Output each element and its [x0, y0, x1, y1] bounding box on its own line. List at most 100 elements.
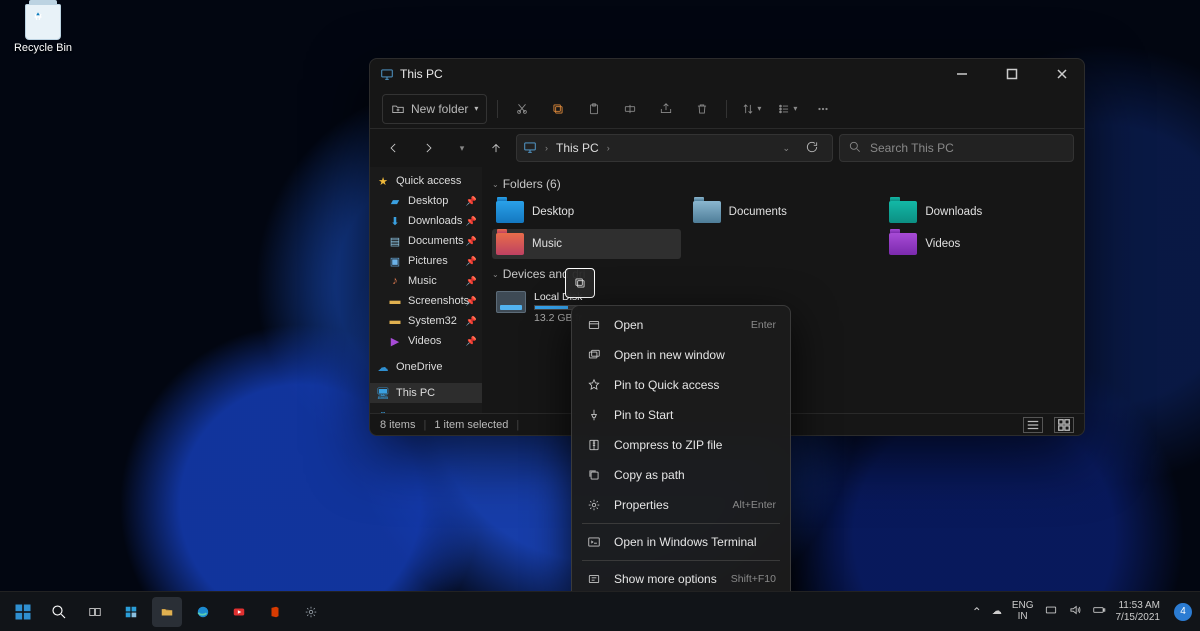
sidebar-item-downloads[interactable]: ⬇Downloads📌	[370, 211, 482, 231]
close-button[interactable]	[1040, 59, 1084, 89]
share-button[interactable]	[652, 95, 680, 123]
pin-icon: 📌	[466, 336, 477, 347]
sidebar-item-music[interactable]: ♪Music📌	[370, 271, 482, 291]
folder-icon	[693, 201, 721, 223]
recent-button[interactable]: ▾	[448, 134, 476, 162]
new-window-icon	[586, 347, 602, 363]
sidebar-item-system32[interactable]: ▬System32📌	[370, 311, 482, 331]
search-placeholder: Search This PC	[870, 141, 954, 155]
status-items: 8 items	[380, 419, 415, 431]
network-icon: 🖧	[376, 412, 390, 413]
tray-battery-icon[interactable]	[1092, 603, 1106, 620]
forward-button[interactable]	[414, 134, 442, 162]
taskbar-search[interactable]	[44, 597, 74, 627]
ctx-properties[interactable]: PropertiesAlt+Enter	[572, 490, 790, 520]
tray-chevron-icon[interactable]: ⌃	[972, 605, 982, 619]
ctx-show-more[interactable]: Show more optionsShift+F10	[572, 564, 790, 594]
folder-icon: ▰	[388, 194, 402, 208]
ctx-open-new-window[interactable]: Open in new window	[572, 340, 790, 370]
refresh-button[interactable]	[798, 140, 826, 157]
copy-button[interactable]	[544, 95, 572, 123]
star-icon	[586, 377, 602, 393]
tray-onedrive-icon[interactable]: ☁	[992, 606, 1002, 617]
address-bar[interactable]: › This PC › ⌄	[516, 134, 833, 162]
ctx-open[interactable]: OpenEnter	[572, 310, 790, 340]
maximize-button[interactable]	[990, 59, 1034, 89]
sidebar-item-desktop[interactable]: ▰Desktop📌	[370, 191, 482, 211]
sidebar-item-screenshots[interactable]: ▬Screenshots📌	[370, 291, 482, 311]
sort-button[interactable]: ▾	[737, 95, 765, 123]
document-icon: ▤	[388, 234, 402, 248]
taskbar-widgets[interactable]	[116, 597, 146, 627]
taskbar-file-explorer[interactable]	[152, 597, 182, 627]
more-button[interactable]	[809, 95, 837, 123]
taskbar: ⌃ ☁ ENGIN 11:53 AM7/15/2021 4	[0, 591, 1200, 631]
tray-network-icon[interactable]	[1044, 603, 1058, 620]
system-tray[interactable]: ⌃ ☁ ENGIN 11:53 AM7/15/2021 4	[972, 600, 1192, 623]
folder-icon	[889, 201, 917, 223]
view-details-button[interactable]	[1023, 417, 1043, 433]
search-box[interactable]: Search This PC	[839, 134, 1074, 162]
recycle-bin-icon	[25, 4, 61, 40]
ctx-separator	[582, 560, 780, 561]
tray-language[interactable]: ENGIN	[1012, 601, 1034, 622]
tray-notifications[interactable]: 4	[1174, 603, 1192, 621]
star-icon: ★	[376, 174, 390, 188]
tray-volume-icon[interactable]	[1068, 603, 1082, 620]
window-titlebar[interactable]: This PC	[370, 59, 1084, 89]
taskbar-edge[interactable]	[188, 597, 218, 627]
taskbar-youtube[interactable]	[224, 597, 254, 627]
sidebar-item-videos[interactable]: ▶Videos📌	[370, 331, 482, 351]
download-icon: ⬇	[388, 214, 402, 228]
taskbar-task-view[interactable]	[80, 597, 110, 627]
folder-icon	[496, 201, 524, 223]
ctx-copy-path[interactable]: Copy as path	[572, 460, 790, 490]
nav-row: ▾ › This PC › ⌄ Search This PC	[370, 129, 1084, 167]
folder-documents[interactable]: Documents	[689, 197, 878, 227]
start-button[interactable]	[8, 597, 38, 627]
delete-button[interactable]	[688, 95, 716, 123]
up-button[interactable]	[482, 134, 510, 162]
sidebar: ★ Quick access ▰Desktop📌 ⬇Downloads📌 ▤Do…	[370, 167, 482, 413]
back-button[interactable]	[380, 134, 408, 162]
new-folder-button[interactable]: New folder ▾	[382, 94, 487, 124]
sidebar-quick-access[interactable]: ★ Quick access	[370, 171, 482, 191]
picture-icon: ▣	[388, 254, 402, 268]
minimize-button[interactable]	[940, 59, 984, 89]
taskbar-settings[interactable]	[296, 597, 326, 627]
tray-clock[interactable]: 11:53 AM7/15/2021	[1116, 600, 1161, 623]
sidebar-this-pc[interactable]: 🖥This PC	[370, 383, 482, 403]
pin-icon: 📌	[466, 316, 477, 327]
view-button[interactable]: ▾	[773, 95, 801, 123]
cut-button[interactable]	[508, 95, 536, 123]
folder-icon	[889, 233, 917, 255]
pin-icon: 📌	[466, 216, 477, 227]
desktop-icon-recycle-bin[interactable]: Recycle Bin	[10, 4, 76, 54]
ctx-compress-zip[interactable]: Compress to ZIP file	[572, 430, 790, 460]
taskbar-office[interactable]	[260, 597, 290, 627]
zip-icon	[586, 437, 602, 453]
sidebar-item-pictures[interactable]: ▣Pictures📌	[370, 251, 482, 271]
group-header-folders[interactable]: ⌄Folders (6)	[492, 177, 1074, 191]
ctx-open-terminal[interactable]: Open in Windows Terminal	[572, 527, 790, 557]
sidebar-item-documents[interactable]: ▤Documents📌	[370, 231, 482, 251]
paste-button[interactable]	[580, 95, 608, 123]
folder-desktop[interactable]: Desktop	[492, 197, 681, 227]
rename-button[interactable]	[616, 95, 644, 123]
ctx-pin-quick-access[interactable]: Pin to Quick access	[572, 370, 790, 400]
context-mini-toolbar[interactable]	[565, 268, 595, 298]
view-large-button[interactable]	[1054, 417, 1074, 433]
folder-videos[interactable]: Videos	[885, 229, 1074, 259]
pc-icon: 🖥	[376, 386, 390, 400]
folder-icon: ▬	[388, 294, 402, 308]
new-folder-label: New folder	[411, 102, 468, 116]
folder-downloads[interactable]: Downloads	[885, 197, 1074, 227]
sidebar-onedrive[interactable]: ☁OneDrive	[370, 357, 482, 377]
chevron-down-icon: ⌄	[492, 270, 499, 279]
folder-music[interactable]: Music	[492, 229, 681, 259]
chevron-down-icon[interactable]: ⌄	[782, 143, 790, 154]
ctx-pin-start[interactable]: Pin to Start	[572, 400, 790, 430]
sidebar-network[interactable]: 🖧Network	[370, 409, 482, 413]
address-location: This PC	[556, 141, 599, 155]
video-icon: ▶	[388, 334, 402, 348]
